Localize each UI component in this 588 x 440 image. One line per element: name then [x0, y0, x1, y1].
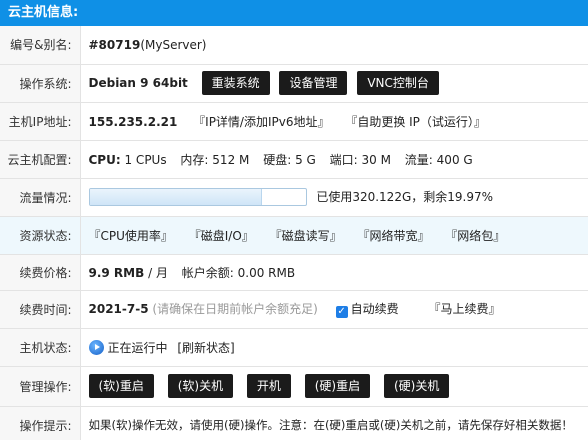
traffic-usage-text: 已使用320.122G，剩余19.97% — [316, 189, 494, 204]
hard-shutdown-button[interactable]: (硬)关机 — [383, 374, 450, 398]
network-packets-link[interactable]: 『网络包』 — [445, 229, 505, 243]
mem-label: 内存: — [180, 152, 209, 167]
ip-value: 155.235.2.21 — [88, 114, 178, 129]
hard-reboot-button[interactable]: (硬)重启 — [304, 374, 371, 398]
row-status: 主机状态: 正在运行中 [刷新状态] — [0, 328, 588, 367]
disk-value: 5 G — [295, 152, 316, 167]
label-tip: 操作提示: — [0, 406, 81, 440]
ip-detail-link[interactable]: 『IP详情/添加IPv6地址』 — [193, 115, 329, 129]
label-manage: 管理操作: — [0, 366, 81, 407]
label-config: 云主机配置: — [0, 140, 81, 179]
label-renew: 续费时间: — [0, 290, 81, 329]
row-renew: 续费时间: 2021-7-5 (请确保在日期前帐户余额充足) ✓ 自动续费 『马上… — [0, 290, 588, 329]
row-price: 续费价格: 9.9 RMB / 月 帐户余额: 0.00 RMB — [0, 254, 588, 291]
label-resources: 资源状态: — [0, 216, 81, 255]
network-bandwidth-link[interactable]: 『网络带宽』 — [357, 229, 429, 243]
row-id: 编号&别名: #80719(MyServer) — [0, 26, 588, 65]
traffic-value: 400 G — [436, 152, 473, 167]
traffic-progress-bar — [88, 188, 307, 207]
disk-rw-link[interactable]: 『磁盘读写』 — [270, 229, 342, 243]
panel-header: 云主机信息: — [0, 0, 588, 26]
row-config: 云主机配置: CPU: 1 CPUs 内存: 512 M 硬盘: 5 G 端口:… — [0, 140, 588, 179]
row-os: 操作系统: Debian 9 64bit 重装系统 设备管理 VNC控制台 — [0, 64, 588, 103]
label-status: 主机状态: — [0, 328, 81, 367]
row-resources: 资源状态: 『CPU使用率』 『磁盘I/O』 『磁盘读写』 『网络带宽』 『网络… — [0, 216, 588, 255]
account-balance: 帐户余额: 0.00 RMB — [181, 265, 296, 280]
row-manage: 管理操作: (软)重启 (软)关机 开机 (硬)重启 (硬)关机 — [0, 366, 588, 407]
port-label: 端口: — [329, 152, 358, 167]
price-unit: / 月 — [144, 265, 168, 280]
renew-now-link[interactable]: 『马上续费』 — [428, 302, 500, 316]
renew-date: 2021-7-5 — [88, 302, 149, 316]
vnc-console-button[interactable]: VNC控制台 — [357, 71, 439, 95]
label-id: 编号&别名: — [0, 26, 81, 65]
traffic-label: 流量: — [404, 152, 433, 167]
server-id: #80719 — [88, 37, 141, 52]
reinstall-button[interactable]: 重装系统 — [201, 71, 270, 95]
change-ip-link[interactable]: 『自助更换 IP（试运行）』 — [345, 115, 486, 129]
auto-renew-label: 自动续费 — [350, 302, 399, 316]
label-price: 续费价格: — [0, 254, 81, 291]
soft-reboot-button[interactable]: (软)重启 — [88, 374, 154, 398]
label-os: 操作系统: — [0, 64, 81, 103]
row-tip: 操作提示: 如果(软)操作无效，请使用(硬)操作。注意：在(硬)重启或(硬)关机… — [0, 406, 588, 440]
label-traffic: 流量情况: — [0, 178, 81, 217]
row-traffic: 流量情况: 已使用320.122G，剩余19.97% — [0, 178, 588, 217]
disk-io-link[interactable]: 『磁盘I/O』 — [189, 229, 254, 243]
server-info-table: 编号&别名: #80719(MyServer) 操作系统: Debian 9 6… — [0, 26, 588, 440]
port-value: 30 M — [361, 152, 391, 167]
renew-hint: (请确保在日期前帐户余额充足) — [152, 302, 318, 316]
disk-label: 硬盘: — [263, 152, 292, 167]
device-manage-button[interactable]: 设备管理 — [279, 71, 348, 95]
refresh-status-link[interactable]: [刷新状态] — [177, 341, 234, 355]
cpu-value: 1 CPUs — [124, 152, 167, 167]
power-on-button[interactable]: 开机 — [246, 374, 291, 398]
running-icon — [88, 339, 104, 355]
tip-text: 如果(软)操作无效，请使用(硬)操作。注意：在(硬)重启或(硬)关机之前，请先保… — [80, 406, 588, 440]
server-alias: (MyServer) — [140, 37, 207, 52]
traffic-progress-fill — [89, 189, 263, 206]
price-value: 9.9 RMB — [88, 265, 145, 280]
row-ip: 主机IP地址: 155.235.2.21 『IP详情/添加IPv6地址』 『自助… — [0, 102, 588, 141]
soft-shutdown-button[interactable]: (软)关机 — [167, 374, 234, 398]
status-value: 正在运行中 — [107, 340, 168, 355]
mem-value: 512 M — [212, 152, 250, 167]
os-value: Debian 9 64bit — [88, 76, 188, 90]
label-ip: 主机IP地址: — [0, 102, 81, 141]
cpu-label: CPU: — [88, 152, 121, 167]
auto-renew-checkbox[interactable]: ✓ — [335, 306, 348, 318]
cpu-usage-link[interactable]: 『CPU使用率』 — [89, 229, 173, 243]
